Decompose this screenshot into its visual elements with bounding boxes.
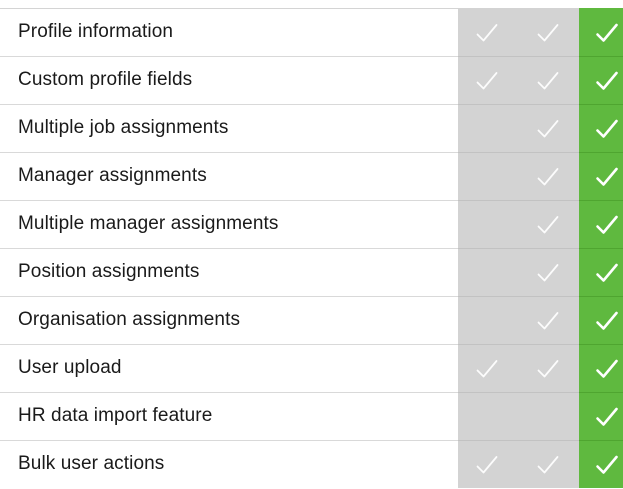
- feature-label: Manager assignments: [18, 165, 207, 186]
- feature-row: Bulk user actions: [0, 441, 623, 489]
- check-icon: [595, 358, 619, 380]
- feature-row: User upload: [0, 345, 623, 393]
- feature-comparison-table: Profile information Custom profile field…: [0, 0, 623, 488]
- feature-row: Profile information: [0, 9, 623, 57]
- feature-label: Profile information: [18, 21, 174, 42]
- check-icon: [595, 406, 619, 428]
- check-icon: [536, 118, 560, 140]
- check-icon: [536, 310, 560, 332]
- check-icon: [475, 70, 499, 92]
- check-icon: [595, 22, 619, 44]
- feature-label: Position assignments: [18, 261, 200, 282]
- feature-row: HR data import feature: [0, 393, 623, 441]
- check-icon: [536, 262, 560, 284]
- feature-row: Organisation assignments: [0, 297, 623, 345]
- check-icon: [595, 214, 619, 236]
- feature-label: Multiple job assignments: [18, 117, 229, 138]
- feature-rows: Profile information Custom profile field…: [0, 9, 623, 489]
- check-icon: [475, 22, 499, 44]
- feature-row: Custom profile fields: [0, 57, 623, 105]
- check-icon: [595, 118, 619, 140]
- feature-label: User upload: [18, 357, 122, 378]
- feature-label: Multiple manager assignments: [18, 213, 279, 234]
- check-icon: [595, 454, 619, 476]
- feature-row: Multiple manager assignments: [0, 201, 623, 249]
- feature-label: Bulk user actions: [18, 453, 165, 474]
- feature-row: Position assignments: [0, 249, 623, 297]
- check-icon: [536, 22, 560, 44]
- check-icon: [536, 214, 560, 236]
- check-icon: [536, 166, 560, 188]
- check-icon: [595, 262, 619, 284]
- feature-label: Custom profile fields: [18, 69, 193, 90]
- check-icon: [536, 70, 560, 92]
- feature-label: Organisation assignments: [18, 309, 241, 330]
- check-icon: [536, 454, 560, 476]
- check-icon: [475, 358, 499, 380]
- check-icon: [536, 358, 560, 380]
- check-icon: [475, 454, 499, 476]
- feature-label: HR data import feature: [18, 405, 213, 426]
- feature-row: Manager assignments: [0, 153, 623, 201]
- feature-row: Multiple job assignments: [0, 105, 623, 153]
- check-icon: [595, 166, 619, 188]
- check-icon: [595, 70, 619, 92]
- check-icon: [595, 310, 619, 332]
